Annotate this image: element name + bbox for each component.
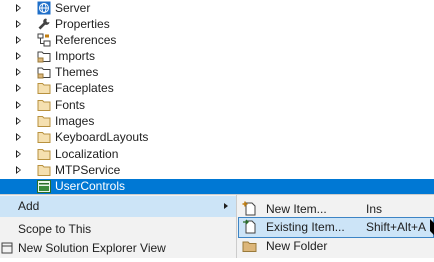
tree-item-label: Images: [55, 114, 95, 128]
menu-item-new-folder[interactable]: New Folder: [238, 236, 434, 257]
expand-arrow-icon[interactable]: [16, 101, 21, 109]
folder-icon: [37, 130, 51, 144]
folder-icon: [37, 163, 51, 177]
context-menu: Add Scope to This New Solution Explorer …: [0, 194, 237, 258]
menu-item-label: Add: [18, 199, 40, 213]
expand-arrow-icon[interactable]: [16, 20, 21, 28]
new-item-icon: [242, 201, 258, 217]
expand-arrow-icon[interactable]: [16, 166, 21, 174]
menu-item-shortcut: Shift+Alt+A: [366, 220, 427, 234]
tree-item-themes[interactable]: Themes: [0, 64, 434, 80]
folder-icon: [37, 81, 51, 95]
tree-item-label: Faceplates: [55, 81, 114, 95]
tree-item-label: Localization: [55, 147, 119, 161]
imports-icon: [37, 49, 51, 63]
menu-item-label: New Solution Explorer View: [18, 241, 166, 255]
tree-item-label: Server: [55, 1, 91, 15]
expand-arrow-icon[interactable]: [16, 117, 21, 125]
tree-item-label: References: [55, 33, 117, 47]
wrench-icon: [37, 17, 51, 31]
tree-item-properties[interactable]: Properties: [0, 16, 434, 32]
globe-icon: [37, 1, 51, 15]
tree-item-label: Imports: [55, 49, 96, 63]
menu-item-label: Existing Item...: [266, 220, 345, 234]
menu-item-existing-item[interactable]: Existing Item... Shift+Alt+A: [238, 217, 434, 238]
usercontrol-icon: [37, 180, 51, 194]
menu-item-label: New Folder: [266, 239, 328, 253]
tree-item-label: Fonts: [55, 98, 86, 112]
tree-item-references[interactable]: References: [0, 32, 434, 48]
expand-arrow-icon[interactable]: [16, 4, 21, 12]
tree-item-label: Properties: [55, 17, 110, 31]
tree-item-imports[interactable]: Imports: [0, 48, 434, 64]
tree-item-images[interactable]: Images: [0, 113, 434, 129]
expand-arrow-icon[interactable]: [16, 68, 21, 76]
tree-item-usercontrols[interactable]: UserControls: [0, 179, 434, 194]
expand-arrow-icon[interactable]: [16, 150, 21, 158]
themes-icon: [37, 65, 51, 79]
menu-item-add[interactable]: Add: [0, 196, 236, 217]
expand-arrow-icon[interactable]: [16, 36, 21, 44]
submenu-arrow-icon: [224, 203, 228, 209]
tree-item-localization[interactable]: Localization: [0, 146, 434, 162]
tree-item-label: KeyboardLayouts: [55, 130, 149, 144]
tree-item-label: MTPService: [55, 163, 121, 177]
add-submenu: New Item... Ins Existing Item... Shift+A…: [236, 194, 434, 258]
tree-item-label: Themes: [55, 65, 99, 79]
tree-item-faceplates[interactable]: Faceplates: [0, 80, 434, 96]
menu-item-scope-to-this[interactable]: Scope to This: [0, 219, 236, 240]
mouse-cursor-icon: [430, 219, 434, 235]
new-folder-icon: [242, 238, 258, 254]
references-icon: [37, 33, 51, 47]
folder-icon: [37, 147, 51, 161]
tree-item-mtpservice[interactable]: MTPService: [0, 162, 434, 178]
expand-arrow-icon[interactable]: [16, 52, 21, 60]
folder-icon: [37, 98, 51, 112]
tree-item-keyboardlayouts[interactable]: KeyboardLayouts: [0, 129, 434, 145]
expand-arrow-icon[interactable]: [16, 133, 21, 141]
menu-item-new-solution-explorer-view[interactable]: New Solution Explorer View: [0, 238, 236, 259]
tree-item-label: UserControls: [55, 179, 126, 193]
menu-item-label: Scope to This: [18, 222, 92, 236]
existing-item-icon: [242, 219, 258, 235]
new-view-icon: [1, 241, 17, 257]
tree-item-server[interactable]: Server: [0, 0, 434, 16]
expand-arrow-icon[interactable]: [16, 84, 21, 92]
folder-icon: [37, 114, 51, 128]
tree-item-fonts[interactable]: Fonts: [0, 97, 434, 113]
